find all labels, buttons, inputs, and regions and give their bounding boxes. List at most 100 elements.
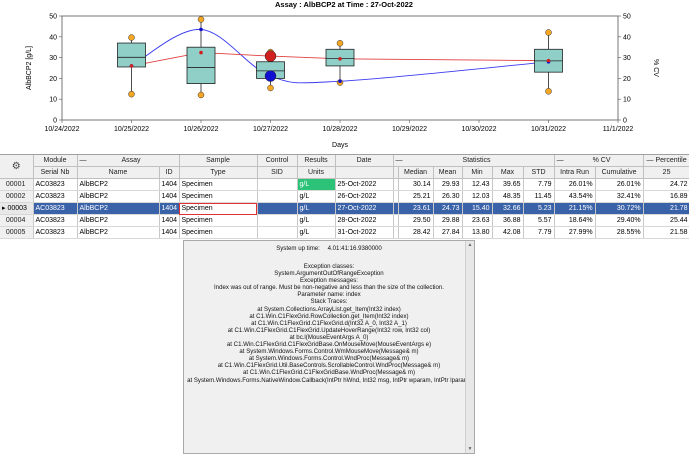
group-header-module[interactable]: Module — [33, 155, 78, 167]
col-header-cumulative[interactable]: Cumulative — [595, 166, 644, 179]
cell-id[interactable]: 1404 — [159, 178, 180, 191]
cell-max[interactable]: 36.88 — [492, 214, 524, 227]
col-header-type[interactable]: Type — [179, 166, 258, 179]
exception-panel[interactable]: System up time: 4.01:41:16.9380000 Excep… — [183, 240, 475, 454]
cell-max[interactable]: 39.65 — [492, 178, 524, 191]
cell-intra[interactable]: 26.01% — [554, 178, 596, 191]
cell-units[interactable]: g/L — [297, 214, 336, 227]
cell-cum[interactable]: 32.41% — [595, 190, 644, 203]
group-header-results[interactable]: Results — [297, 155, 336, 167]
col-header-id[interactable]: ID — [159, 166, 180, 179]
cell-name[interactable]: AlbBCP2 — [77, 202, 160, 215]
cell-sid[interactable] — [257, 226, 298, 239]
group-header-control[interactable]: Control — [257, 155, 298, 167]
cell-units[interactable]: g/L — [297, 178, 336, 191]
group-header-statistics[interactable]: — Statistics — [393, 155, 555, 167]
table-row[interactable]: 00002 AC03823 AlbBCP2 1404 Specimen g/L 26-Oct… — [0, 190, 689, 203]
cell-sid[interactable] — [257, 178, 298, 191]
cell-p25[interactable]: 21.58 — [643, 226, 689, 239]
cell-id[interactable]: 1404 — [159, 202, 180, 215]
cell-type[interactable]: Specimen — [179, 178, 258, 191]
cell-p25[interactable]: 16.89 — [643, 190, 689, 203]
row-header[interactable]: 00005 — [0, 226, 34, 239]
col-header-serial[interactable]: Serial Nb — [33, 166, 78, 179]
cell-serial[interactable]: AC03823 — [33, 190, 78, 203]
cell-sid[interactable] — [257, 190, 298, 203]
cell-mean[interactable]: 24.73 — [433, 202, 463, 215]
cell-median[interactable]: 29.50 — [398, 214, 434, 227]
table-row[interactable]: ▸ 00003 AC03823 AlbBCP2 1404 Specimen g/L 27-O… — [0, 202, 689, 215]
cell-p25[interactable]: 25.44 — [643, 214, 689, 227]
cell-date[interactable]: 25-Oct-2022 — [335, 178, 394, 191]
cell-cum[interactable]: 30.72% — [595, 202, 644, 215]
col-header-name[interactable]: Name — [77, 166, 160, 179]
cell-name[interactable]: AlbBCP2 — [77, 178, 160, 191]
col-header-sid[interactable]: SID — [257, 166, 298, 179]
col-header-min[interactable]: Min — [462, 166, 493, 179]
cell-std[interactable]: 11.45 — [523, 190, 555, 203]
row-header[interactable]: 00001 — [0, 178, 34, 191]
cell-p25[interactable]: 21.78 — [643, 202, 689, 215]
col-header-median[interactable]: Median — [398, 166, 434, 179]
cell-units[interactable]: g/L — [297, 190, 336, 203]
cell-median[interactable]: 25.21 — [398, 190, 434, 203]
cell-std[interactable]: 7.79 — [523, 226, 555, 239]
cell-type[interactable]: Specimen — [179, 214, 258, 227]
cell-serial[interactable]: AC03823 — [33, 226, 78, 239]
col-header-p25[interactable]: 25 — [643, 166, 689, 179]
cell-intra[interactable]: 43.54% — [554, 190, 596, 203]
cell-mean[interactable]: 29.88 — [433, 214, 463, 227]
cell-name[interactable]: AlbBCP2 — [77, 226, 160, 239]
exception-scrollbar[interactable]: ▲ ▼ — [465, 241, 474, 453]
cell-cum[interactable]: 28.55% — [595, 226, 644, 239]
cell-max[interactable]: 32.66 — [492, 202, 524, 215]
cell-units[interactable]: g/L — [297, 202, 336, 215]
cell-std[interactable]: 5.57 — [523, 214, 555, 227]
cell-median[interactable]: 28.42 — [398, 226, 434, 239]
cell-mean[interactable]: 27.84 — [433, 226, 463, 239]
group-header-cv[interactable]: —% CV — [554, 155, 644, 167]
cell-date[interactable]: 31-Oct-2022 — [335, 226, 394, 239]
cell-mean[interactable]: 29.93 — [433, 178, 463, 191]
col-header-intra-run[interactable]: Intra Run — [554, 166, 596, 179]
cell-id[interactable]: 1404 — [159, 214, 180, 227]
group-header-sample[interactable]: Sample — [179, 155, 258, 167]
cell-type[interactable]: Specimen — [179, 226, 258, 239]
cell-intra[interactable]: 27.99% — [554, 226, 596, 239]
gear-icon[interactable]: ⚙ — [12, 161, 21, 172]
cell-median[interactable]: 30.14 — [398, 178, 434, 191]
cell-min[interactable]: 12.43 — [462, 178, 493, 191]
table-row[interactable]: 00001 AC03823 AlbBCP2 1404 Specimen g/L 25-Oct… — [0, 178, 689, 191]
cell-serial[interactable]: AC03823 — [33, 178, 78, 191]
row-header[interactable]: ▸ 00003 — [0, 202, 34, 215]
cell-mean[interactable]: 26.30 — [433, 190, 463, 203]
cell-min[interactable]: 12.03 — [462, 190, 493, 203]
cell-name[interactable]: AlbBCP2 — [77, 190, 160, 203]
row-header[interactable]: 00002 — [0, 190, 34, 203]
cell-id[interactable]: 1404 — [159, 226, 180, 239]
cell-type[interactable]: Specimen — [179, 202, 258, 215]
cell-min[interactable]: 13.80 — [462, 226, 493, 239]
cell-serial[interactable]: AC03823 — [33, 214, 78, 227]
col-header-std[interactable]: STD — [523, 166, 555, 179]
group-header-percentile[interactable]: — Percentile — [643, 155, 689, 167]
cell-units[interactable]: g/L — [297, 226, 336, 239]
cell-date[interactable]: 27-Oct-2022 — [335, 202, 394, 215]
col-header-max[interactable]: Max — [492, 166, 524, 179]
scroll-up-arrow-icon[interactable]: ▲ — [466, 241, 474, 249]
table-row[interactable]: 00004 AC03823 AlbBCP2 1404 Specimen g/L 28-Oct… — [0, 214, 689, 227]
cell-min[interactable]: 15.40 — [462, 202, 493, 215]
cell-cum[interactable]: 29.40% — [595, 214, 644, 227]
cell-min[interactable]: 23.63 — [462, 214, 493, 227]
col-header-date[interactable] — [335, 166, 394, 179]
cell-type[interactable]: Specimen — [179, 190, 258, 203]
cell-serial[interactable]: AC03823 — [33, 202, 78, 215]
cell-cum[interactable]: 26.01% — [595, 178, 644, 191]
cell-intra[interactable]: 21.15% — [554, 202, 596, 215]
cell-std[interactable]: 5.23 — [523, 202, 555, 215]
cell-max[interactable]: 48.35 — [492, 190, 524, 203]
col-header-units[interactable]: Units — [297, 166, 336, 179]
grid-settings-cell[interactable]: ⚙ — [0, 155, 34, 179]
cell-p25[interactable]: 24.72 — [643, 178, 689, 191]
cell-sid[interactable] — [257, 202, 298, 215]
